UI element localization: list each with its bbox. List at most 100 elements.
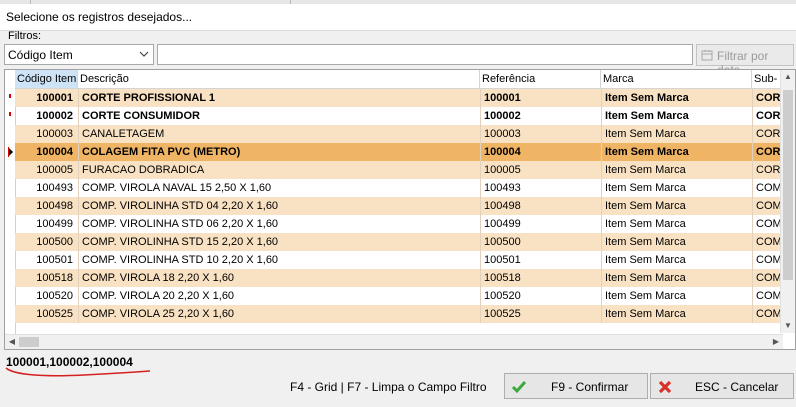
table-row[interactable]: 100525 COMP. VIROLA 25 2,20 X 1,60 100525 I… bbox=[15, 305, 785, 323]
column-divider bbox=[601, 89, 602, 107]
cell-marca: Item Sem Marca bbox=[605, 290, 686, 302]
table-row[interactable]: 100500 COMP. VIROLINHA STD 15 2,20 X 1,60… bbox=[15, 233, 785, 251]
column-divider bbox=[601, 305, 602, 323]
table-row[interactable]: 100501 COMP. VIROLINHA STD 10 2,20 X 1,60… bbox=[15, 251, 785, 269]
cell-referencia: 100518 bbox=[484, 272, 521, 284]
cell-descricao: CORTE PROFISSIONAL 1 bbox=[82, 92, 216, 104]
column-header-codigo[interactable]: Código Item bbox=[15, 70, 78, 88]
column-divider bbox=[752, 251, 753, 269]
column-header-marca[interactable]: Marca bbox=[601, 70, 752, 88]
column-divider bbox=[601, 197, 602, 215]
cell-referencia: 100001 bbox=[484, 92, 521, 104]
vertical-scrollbar[interactable]: ▲ ▼ bbox=[780, 70, 795, 333]
cancel-button[interactable]: ESC - Cancelar bbox=[650, 373, 794, 399]
table-row[interactable]: 100004 COLAGEM FITA PVC (METRO) 100004 Item… bbox=[15, 143, 785, 161]
column-divider bbox=[78, 233, 79, 251]
cell-descricao: CANALETAGEM bbox=[82, 128, 165, 140]
cell-referencia: 100498 bbox=[484, 200, 521, 212]
horizontal-scrollbar[interactable]: ◀ ▶ bbox=[5, 334, 783, 349]
column-divider bbox=[752, 143, 753, 161]
column-divider bbox=[601, 215, 602, 233]
column-divider bbox=[752, 269, 753, 287]
cell-descricao: COMP. VIROLA 25 2,20 X 1,60 bbox=[82, 308, 235, 320]
cell-codigo: 100001 bbox=[36, 92, 73, 104]
filter-field-combo[interactable]: Código Item bbox=[4, 44, 154, 65]
table-row[interactable]: 100003 CANALETAGEM 100003 Item Sem Marca COR bbox=[15, 125, 785, 143]
selected-row-marker-icon bbox=[7, 89, 13, 107]
cell-marca: Item Sem Marca bbox=[605, 308, 686, 320]
column-header-descricao[interactable]: Descrição bbox=[78, 70, 480, 88]
scroll-down-icon[interactable]: ▼ bbox=[781, 319, 795, 333]
table-row[interactable]: 100493 COMP. VIROLA NAVAL 15 2,50 X 1,60 1… bbox=[15, 179, 785, 197]
cell-referencia: 100002 bbox=[484, 110, 521, 122]
column-divider bbox=[601, 233, 602, 251]
cell-marca: Item Sem Marca bbox=[605, 200, 686, 212]
table-row[interactable]: 100499 COMP. VIROLINHA STD 06 2,20 X 1,60… bbox=[15, 215, 785, 233]
filter-text-input[interactable] bbox=[157, 44, 693, 65]
cell-marca: Item Sem Marca bbox=[605, 92, 689, 104]
confirm-button[interactable]: F9 - Confirmar bbox=[504, 373, 648, 399]
column-divider bbox=[480, 269, 481, 287]
filter-field-value: Código Item bbox=[8, 48, 73, 62]
column-divider bbox=[480, 89, 481, 107]
column-divider bbox=[601, 125, 602, 143]
cell-descricao: COMP. VIROLINHA STD 10 2,20 X 1,60 bbox=[82, 254, 279, 266]
chevron-down-icon[interactable] bbox=[138, 47, 150, 61]
column-divider bbox=[752, 305, 753, 323]
column-divider bbox=[601, 143, 602, 161]
column-divider bbox=[78, 197, 79, 215]
column-divider bbox=[78, 107, 79, 125]
scroll-left-icon[interactable]: ◀ bbox=[5, 335, 19, 349]
dialog-title: Selecione os registros desejados... bbox=[6, 10, 193, 24]
column-divider bbox=[752, 197, 753, 215]
cell-codigo: 100500 bbox=[36, 236, 73, 248]
table-row[interactable]: 100518 COMP. VIROLA 18 2,20 X 1,60 100518 I… bbox=[15, 269, 785, 287]
scroll-up-icon[interactable]: ▲ bbox=[781, 70, 795, 84]
cell-descricao: FURACAO DOBRADICA bbox=[82, 164, 205, 176]
red-underline-annotation bbox=[5, 367, 151, 377]
column-divider bbox=[78, 287, 79, 305]
table-row[interactable]: 100005 FURACAO DOBRADICA 100005 Item Sem Ma… bbox=[15, 161, 785, 179]
cell-descricao: COLAGEM FITA PVC (METRO) bbox=[82, 146, 241, 158]
column-divider bbox=[78, 161, 79, 179]
column-divider bbox=[601, 161, 602, 179]
cell-codigo: 100520 bbox=[36, 290, 73, 302]
column-divider bbox=[78, 215, 79, 233]
column-divider bbox=[601, 107, 602, 125]
column-header-referencia[interactable]: Referência bbox=[480, 70, 601, 88]
cell-referencia: 100520 bbox=[484, 290, 521, 302]
table-row[interactable]: 100002 CORTE CONSUMIDOR 100002 Item Sem Mar… bbox=[15, 107, 785, 125]
cell-marca: Item Sem Marca bbox=[605, 146, 689, 158]
column-divider bbox=[480, 107, 481, 125]
cell-referencia: 100525 bbox=[484, 308, 521, 320]
cell-marca: Item Sem Marca bbox=[605, 164, 686, 176]
column-divider bbox=[480, 125, 481, 143]
keyboard-hint: F4 - Grid | F7 - Limpa o Campo Filtro bbox=[290, 380, 487, 394]
column-divider bbox=[601, 269, 602, 287]
cell-referencia: 100493 bbox=[484, 182, 521, 194]
column-divider bbox=[78, 251, 79, 269]
cell-marca: Item Sem Marca bbox=[605, 218, 686, 230]
cell-codigo: 100002 bbox=[36, 110, 73, 122]
filter-by-date-button[interactable]: Filtrar por data bbox=[696, 44, 794, 77]
column-divider bbox=[480, 197, 481, 215]
cell-referencia: 100499 bbox=[484, 218, 521, 230]
column-divider bbox=[752, 107, 753, 125]
table-row[interactable]: 100001 CORTE PROFISSIONAL 1 100001 Item Sem… bbox=[15, 89, 785, 107]
cancel-label: ESC - Cancelar bbox=[695, 380, 779, 394]
column-divider bbox=[752, 233, 753, 251]
table-row[interactable]: 100498 COMP. VIROLINHA STD 04 2,20 X 1,60… bbox=[15, 197, 785, 215]
column-divider bbox=[752, 125, 753, 143]
column-divider bbox=[480, 215, 481, 233]
table-row[interactable]: 100520 COMP. VIROLA 20 2,20 X 1,60 100520 I… bbox=[15, 287, 785, 305]
column-divider bbox=[78, 89, 79, 107]
cell-referencia: 100004 bbox=[484, 146, 521, 158]
vertical-scroll-thumb[interactable] bbox=[783, 90, 793, 280]
cell-codigo: 100498 bbox=[36, 200, 73, 212]
cell-codigo: 100004 bbox=[36, 146, 73, 158]
column-divider bbox=[601, 251, 602, 269]
scroll-right-icon[interactable]: ▶ bbox=[769, 335, 783, 349]
cell-codigo: 100005 bbox=[36, 164, 73, 176]
horizontal-scroll-thumb[interactable] bbox=[19, 337, 39, 347]
items-grid[interactable]: Código Item Descrição Referência Marca S… bbox=[4, 69, 796, 350]
